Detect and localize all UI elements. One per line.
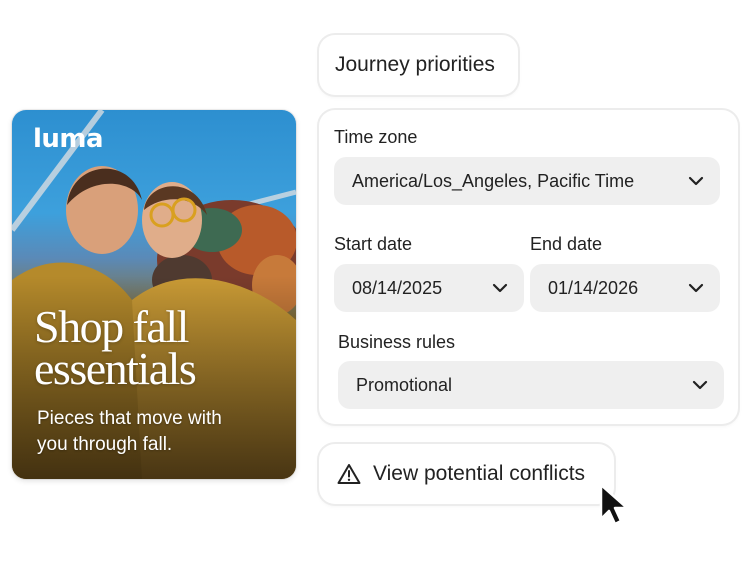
time-zone-value: America/Los_Angeles, Pacific Time [352,170,635,191]
time-zone-label: Time zone [334,127,418,147]
time-zone-select[interactable]: America/Los_Angeles, Pacific Time [334,157,720,205]
chevron-down-icon [492,283,508,293]
chevron-down-icon [692,380,708,390]
chevron-down-icon [688,283,704,293]
start-date-value: 08/14/2025 [352,277,443,298]
end-date-label: End date [530,234,603,254]
promo-title-line2: essentials [34,343,197,394]
stage: luma Shop fall essentials Pieces that mo… [0,0,750,563]
brand-logo: luma [33,124,104,154]
start-date-label: Start date [334,234,413,254]
business-rules-select[interactable]: Promotional [338,361,724,409]
promo-subtitle-line2: you through fall. [37,434,173,455]
view-conflicts-button[interactable]: View potential conflicts [319,444,614,504]
view-conflicts-label: View potential conflicts [373,462,586,485]
promo-subtitle: Pieces that move with you through fall. [37,406,277,458]
journey-priorities-header: Journey priorities [319,35,518,95]
page-title: Journey priorities [335,53,495,76]
settings-form: Time zone America/Los_Angeles, Pacific T… [319,110,738,424]
chevron-down-icon [688,176,704,186]
end-date-value: 01/14/2026 [548,277,639,298]
promo-title: Shop fall essentials [34,301,284,394]
promo-subtitle-line1: Pieces that move with [37,408,222,429]
start-date-picker[interactable]: 08/14/2025 [334,264,524,312]
promo-card[interactable]: luma Shop fall essentials Pieces that mo… [12,110,296,479]
mouse-cursor-icon [599,483,629,526]
end-date-picker[interactable]: 01/14/2026 [530,264,720,312]
business-rules-value: Promotional [356,374,453,395]
business-rules-label: Business rules [338,332,456,352]
promo-title-line1: Shop fall [34,301,189,352]
warning-icon [337,464,361,484]
